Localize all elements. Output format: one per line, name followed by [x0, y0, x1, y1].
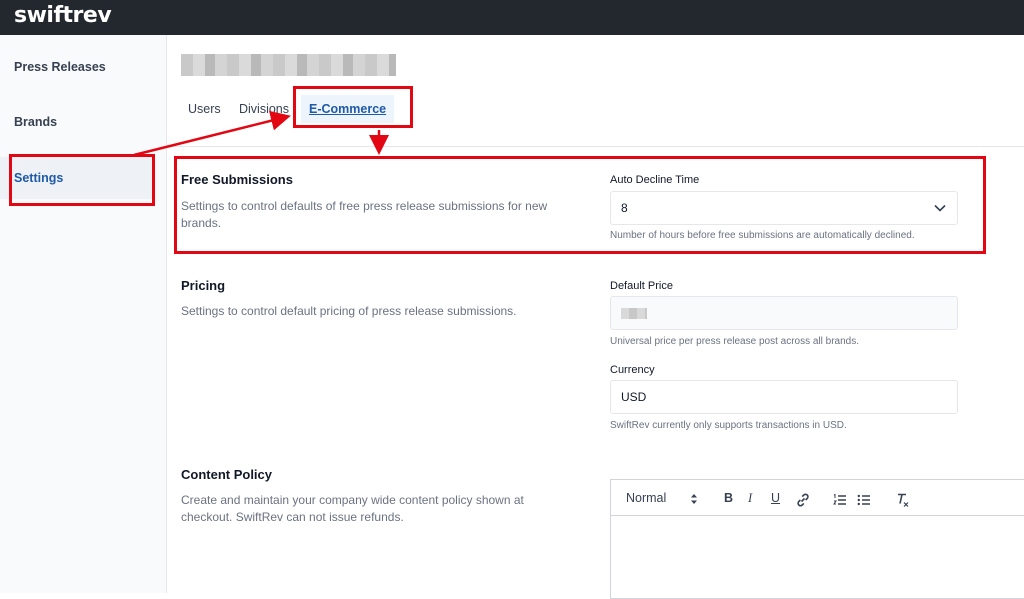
content-policy-editor[interactable]: Normal B I U — [610, 479, 1024, 599]
editor-toolbar: Normal B I U — [611, 480, 1024, 516]
tab-e-commerce[interactable]: E-Commerce — [301, 95, 395, 123]
format-select-value: Normal — [626, 491, 667, 505]
clear-format-icon[interactable] — [896, 491, 910, 509]
free-submissions-description: Settings to control defaults of free pre… — [181, 199, 548, 230]
tab-divisions[interactable]: Divisions — [239, 95, 289, 123]
sidebar: Press Releases Brands Settings — [0, 35, 167, 593]
default-price-label: Default Price — [610, 280, 673, 292]
auto-decline-time-help: Number of hours before free submissions … — [610, 230, 915, 241]
pricing-description: Settings to control default pricing of p… — [181, 304, 517, 318]
top-bar: swiftrev — [0, 0, 1024, 35]
underline-button[interactable]: U — [771, 489, 780, 507]
ordered-list-icon[interactable] — [833, 491, 847, 509]
default-price-help: Universal price per press release post a… — [610, 336, 859, 347]
currency-value: USD — [621, 390, 647, 404]
auto-decline-time-label: Auto Decline Time — [610, 174, 700, 186]
currency-input[interactable]: USD — [610, 380, 958, 414]
default-price-input[interactable] — [610, 296, 958, 330]
bold-button[interactable]: B — [724, 489, 733, 507]
currency-help: SwiftRev currently only supports transac… — [610, 420, 847, 431]
content-policy-title: Content Policy — [181, 467, 273, 482]
sidebar-item-brands[interactable]: Brands — [0, 101, 152, 143]
redacted-company-name — [181, 54, 396, 76]
format-select-arrows-icon[interactable] — [690, 493, 698, 505]
tab-users[interactable]: Users — [188, 95, 221, 123]
auto-decline-time-value: 8 — [621, 201, 628, 215]
tabs-divider — [167, 146, 1024, 147]
pricing-title: Pricing — [181, 278, 226, 293]
italic-button[interactable]: I — [748, 489, 752, 507]
chevron-down-icon — [934, 204, 946, 212]
sidebar-item-press-releases[interactable]: Press Releases — [0, 46, 152, 88]
link-icon[interactable] — [795, 491, 811, 509]
redacted-price — [621, 307, 647, 319]
free-submissions-title: Free Submissions — [181, 172, 293, 187]
auto-decline-time-select[interactable]: 8 — [610, 191, 958, 225]
content-policy-description: Create and maintain your company wide co… — [181, 493, 524, 524]
app-logo[interactable]: swiftrev — [14, 3, 112, 28]
bullet-list-icon[interactable] — [857, 491, 871, 509]
format-select[interactable]: Normal — [626, 489, 666, 507]
currency-label: Currency — [610, 364, 655, 376]
sidebar-item-settings[interactable]: Settings — [0, 157, 152, 199]
settings-panel: Users Divisions E-Commerce Free Submissi… — [167, 35, 1024, 599]
